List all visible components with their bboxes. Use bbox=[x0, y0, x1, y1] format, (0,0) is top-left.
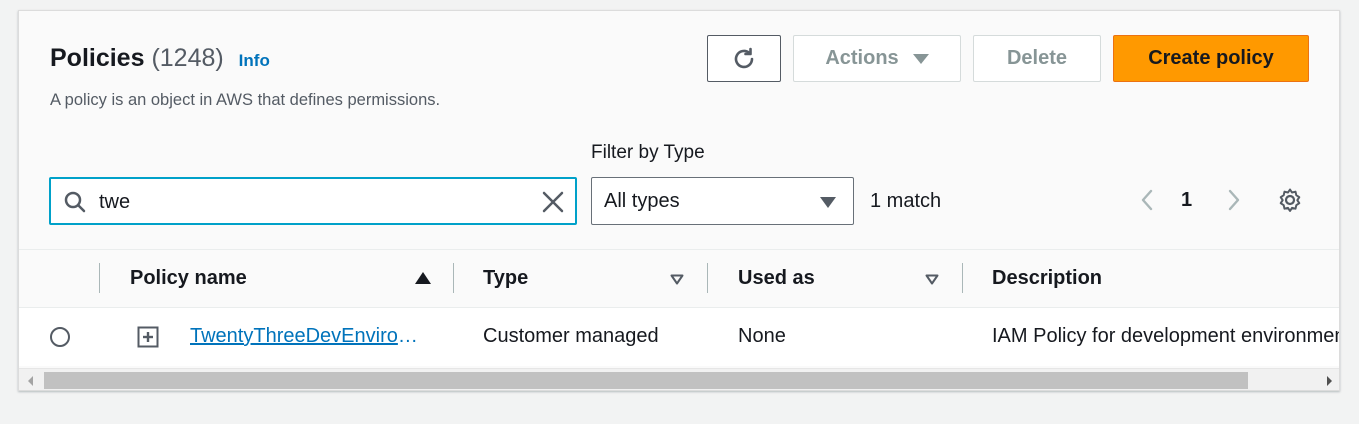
scrollbar-thumb[interactable] bbox=[44, 372, 1248, 389]
policy-count: (1248) bbox=[151, 44, 224, 72]
scroll-right-arrow-icon[interactable] bbox=[1327, 376, 1332, 386]
info-link[interactable]: Info bbox=[239, 51, 270, 70]
policy-name-link[interactable]: TwentyThreeDevEnvironmentPolicy bbox=[190, 325, 422, 348]
page-title: Policies (1248) Info bbox=[50, 43, 270, 76]
expand-icon[interactable] bbox=[137, 326, 159, 348]
column-header-used-as[interactable]: Used as bbox=[738, 267, 815, 290]
refresh-icon bbox=[734, 47, 754, 68]
page-description: A policy is an object in AWS that define… bbox=[50, 91, 441, 109]
title-text: Policies bbox=[50, 44, 145, 72]
policy-type-cell: Customer managed bbox=[483, 325, 659, 347]
scroll-left-arrow-icon[interactable] bbox=[28, 376, 33, 386]
chevron-left-icon[interactable] bbox=[1137, 187, 1159, 213]
create-policy-label: Create policy bbox=[1148, 47, 1274, 69]
filter-by-type-label: Filter by Type bbox=[591, 142, 705, 163]
search-icon bbox=[64, 191, 86, 213]
clear-icon[interactable] bbox=[541, 190, 565, 214]
actions-button[interactable]: Actions bbox=[793, 35, 961, 82]
policy-used-as-cell: None bbox=[738, 325, 786, 347]
type-filter-value: All types bbox=[604, 190, 680, 212]
search-input[interactable]: twe bbox=[49, 177, 577, 225]
delete-button[interactable]: Delete bbox=[973, 35, 1101, 82]
create-policy-button[interactable]: Create policy bbox=[1113, 35, 1309, 82]
table-header: Policy name Type Used as Description bbox=[19, 249, 1339, 308]
caret-down-icon bbox=[820, 197, 836, 208]
sort-ascending-icon[interactable] bbox=[415, 272, 431, 284]
sort-icon[interactable] bbox=[925, 274, 939, 285]
row-select-radio[interactable] bbox=[50, 327, 70, 347]
column-separator[interactable] bbox=[453, 263, 454, 293]
column-header-description[interactable]: Description bbox=[992, 267, 1102, 290]
delete-label: Delete bbox=[1006, 47, 1068, 69]
column-header-type[interactable]: Type bbox=[483, 267, 528, 290]
column-separator bbox=[99, 263, 100, 293]
policies-panel: Policies (1248) Info A policy is an obje… bbox=[18, 10, 1340, 391]
actions-label: Actions bbox=[825, 47, 899, 69]
policy-description-cell: IAM Policy for development environment bbox=[992, 325, 1340, 347]
type-filter-select[interactable]: All types bbox=[591, 177, 854, 225]
sort-icon[interactable] bbox=[670, 274, 684, 285]
current-page[interactable]: 1 bbox=[1181, 189, 1192, 212]
chevron-right-icon[interactable] bbox=[1222, 187, 1244, 213]
search-value: twe bbox=[99, 191, 131, 213]
column-header-policy-name[interactable]: Policy name bbox=[130, 267, 247, 290]
column-separator[interactable] bbox=[707, 263, 708, 293]
caret-down-icon bbox=[912, 53, 929, 64]
gear-icon[interactable] bbox=[1277, 187, 1303, 213]
refresh-button[interactable] bbox=[707, 35, 781, 82]
table-row[interactable]: TwentyThreeDevEnvironmentPolicy Customer… bbox=[19, 308, 1340, 366]
horizontal-scrollbar[interactable] bbox=[19, 368, 1339, 390]
match-count: 1 match bbox=[870, 190, 942, 212]
column-separator[interactable] bbox=[962, 263, 963, 293]
